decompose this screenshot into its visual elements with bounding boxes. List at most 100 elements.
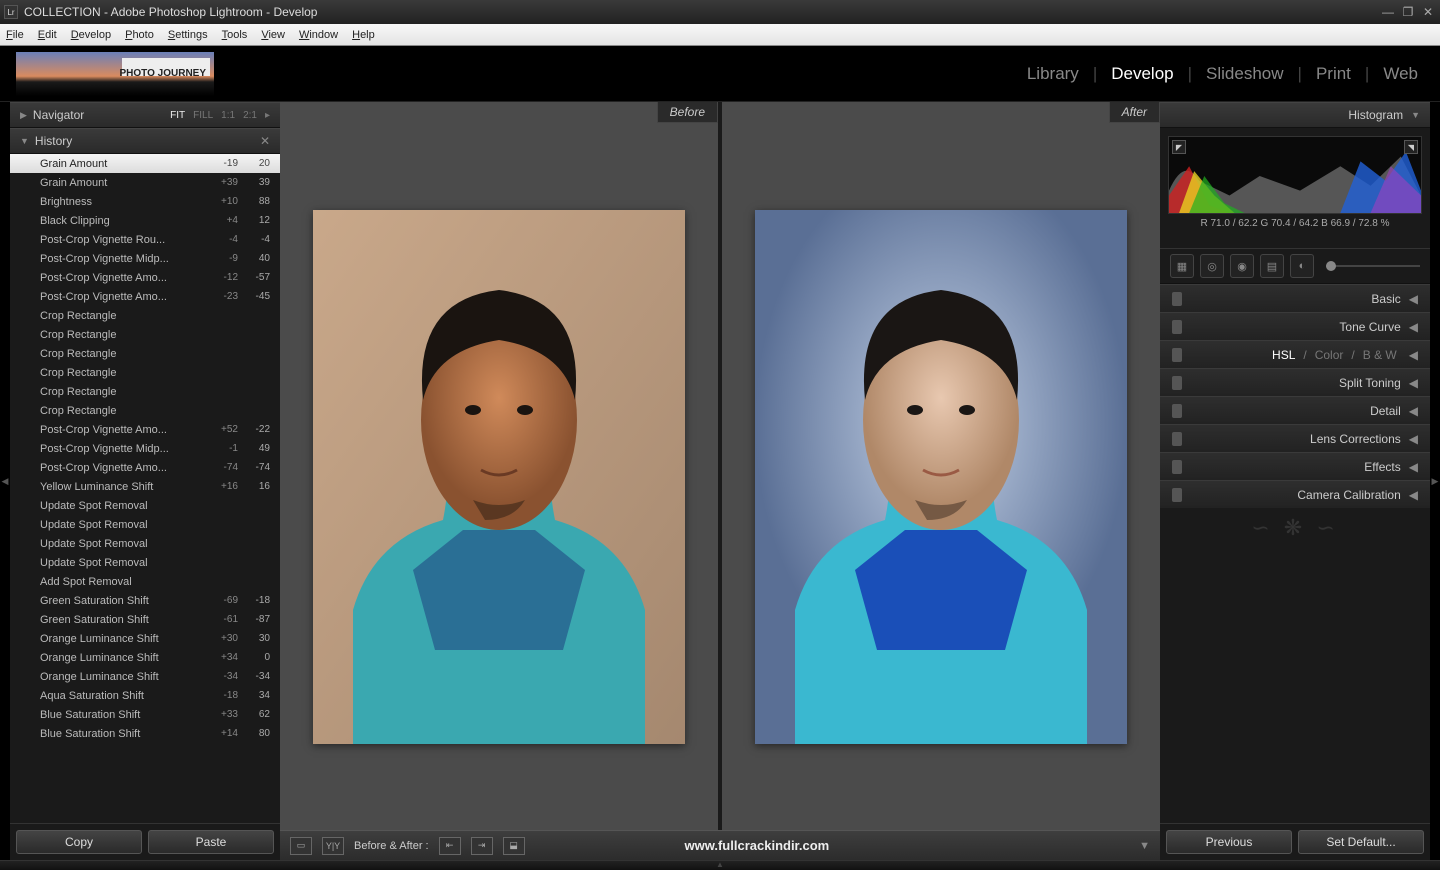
crop-tool-icon[interactable]: ▦ — [1170, 254, 1194, 278]
copy-settings-icon[interactable]: ⬓ — [503, 837, 525, 855]
shadow-clip-icon[interactable]: ◤ — [1172, 140, 1186, 154]
left-expander[interactable]: ◀ — [0, 102, 10, 860]
panel-switch-icon[interactable] — [1172, 348, 1182, 362]
adjust-brush-icon[interactable]: ◐ — [1290, 254, 1314, 278]
history-step[interactable]: Yellow Luminance Shift+1616 — [10, 477, 280, 496]
history-step[interactable]: Grain Amount+3939 — [10, 173, 280, 192]
history-step[interactable]: Crop Rectangle — [10, 401, 280, 420]
history-step[interactable]: Orange Luminance Shift-34-34 — [10, 667, 280, 686]
panel-switch-icon[interactable] — [1172, 460, 1182, 474]
history-step[interactable]: Crop Rectangle — [10, 306, 280, 325]
history-step[interactable]: Grain Amount-1920 — [10, 154, 280, 173]
redeye-tool-icon[interactable]: ◉ — [1230, 254, 1254, 278]
zoom-more-icon[interactable]: ▸ — [265, 110, 270, 121]
history-step[interactable]: Crop Rectangle — [10, 363, 280, 382]
menu-settings[interactable]: Settings — [168, 29, 208, 41]
set-default-button[interactable]: Set Default... — [1298, 830, 1424, 854]
tab-color[interactable]: Color — [1315, 348, 1344, 362]
navigator-header[interactable]: ▶ Navigator FITFILL1:12:1▸ — [10, 102, 280, 128]
history-step[interactable]: Crop Rectangle — [10, 382, 280, 401]
history-step[interactable]: Crop Rectangle — [10, 344, 280, 363]
menu-help[interactable]: Help — [352, 29, 375, 41]
history-step[interactable]: Blue Saturation Shift+3362 — [10, 705, 280, 724]
panel-tone-curve[interactable]: Tone Curve◀ — [1160, 312, 1430, 340]
history-step[interactable]: Update Spot Removal — [10, 496, 280, 515]
swap-before-icon[interactable]: ⇤ — [439, 837, 461, 855]
menu-file[interactable]: File — [6, 29, 24, 41]
module-library[interactable]: Library — [1021, 60, 1085, 88]
menu-edit[interactable]: Edit — [38, 29, 57, 41]
grad-filter-icon[interactable]: ▤ — [1260, 254, 1284, 278]
maximize-button[interactable]: ❐ — [1400, 5, 1416, 19]
history-step[interactable]: Post-Crop Vignette Amo...-12-57 — [10, 268, 280, 287]
history-step[interactable]: Add Spot Removal — [10, 572, 280, 591]
clear-history-icon[interactable]: ✕ — [260, 134, 270, 148]
panel-basic[interactable]: Basic◀ — [1160, 284, 1430, 312]
compare-view-icon[interactable]: Y|Y — [322, 837, 344, 855]
history-step[interactable]: Post-Crop Vignette Amo...-74-74 — [10, 458, 280, 477]
filmstrip-handle[interactable]: ▲ — [0, 860, 1440, 870]
panel-switch-icon[interactable] — [1172, 404, 1182, 418]
menu-photo[interactable]: Photo — [125, 29, 154, 41]
menu-tools[interactable]: Tools — [222, 29, 248, 41]
history-step[interactable]: Post-Crop Vignette Amo...-23-45 — [10, 287, 280, 306]
module-web[interactable]: Web — [1377, 60, 1424, 88]
zoom-fit[interactable]: FIT — [170, 110, 185, 121]
zoom-1-1[interactable]: 1:1 — [221, 110, 235, 121]
spot-removal-icon[interactable]: ◎ — [1200, 254, 1224, 278]
panel-hsl[interactable]: HSL/Color/B & W◀ — [1160, 340, 1430, 368]
zoom-fill[interactable]: FILL — [193, 110, 213, 121]
history-step[interactable]: Blue Saturation Shift+1480 — [10, 724, 280, 743]
history-step[interactable]: Black Clipping+412 — [10, 211, 280, 230]
history-step[interactable]: Post-Crop Vignette Amo...+52-22 — [10, 420, 280, 439]
history-step[interactable]: Update Spot Removal — [10, 515, 280, 534]
panel-split-toning[interactable]: Split Toning◀ — [1160, 368, 1430, 396]
right-expander[interactable]: ▶ — [1430, 102, 1440, 860]
copy-button[interactable]: Copy — [16, 830, 142, 854]
history-step[interactable]: Green Saturation Shift-61-87 — [10, 610, 280, 629]
histogram-graph[interactable] — [1168, 136, 1422, 214]
tool-slider[interactable] — [1326, 265, 1420, 267]
panel-camera-calibration[interactable]: Camera Calibration◀ — [1160, 480, 1430, 508]
previous-button[interactable]: Previous — [1166, 830, 1292, 854]
module-develop[interactable]: Develop — [1105, 60, 1179, 88]
panel-switch-icon[interactable] — [1172, 488, 1182, 502]
after-photo[interactable] — [722, 123, 1160, 830]
tab-hsl[interactable]: HSL — [1272, 348, 1295, 362]
toolbar-menu-icon[interactable]: ▼ — [1139, 840, 1150, 852]
panel-lens-corrections[interactable]: Lens Corrections◀ — [1160, 424, 1430, 452]
swap-after-icon[interactable]: ⇥ — [471, 837, 493, 855]
histogram-header[interactable]: Histogram ▼ — [1160, 102, 1430, 128]
panel-switch-icon[interactable] — [1172, 320, 1182, 334]
history-step[interactable]: Post-Crop Vignette Midp...-940 — [10, 249, 280, 268]
menu-view[interactable]: View — [261, 29, 285, 41]
panel-detail[interactable]: Detail◀ — [1160, 396, 1430, 424]
history-header[interactable]: ▼ History ✕ — [10, 128, 280, 154]
history-step[interactable]: Orange Luminance Shift+3030 — [10, 629, 280, 648]
history-step[interactable]: Green Saturation Shift-69-18 — [10, 591, 280, 610]
paste-button[interactable]: Paste — [148, 830, 274, 854]
history-step[interactable]: Update Spot Removal — [10, 553, 280, 572]
history-step[interactable]: Post-Crop Vignette Midp...-149 — [10, 439, 280, 458]
tab-bw[interactable]: B & W — [1363, 348, 1397, 362]
history-step[interactable]: Post-Crop Vignette Rou...-4-4 — [10, 230, 280, 249]
before-photo[interactable] — [280, 123, 718, 830]
panel-effects[interactable]: Effects◀ — [1160, 452, 1430, 480]
close-button[interactable]: ✕ — [1420, 5, 1436, 19]
history-step[interactable]: Orange Luminance Shift+340 — [10, 648, 280, 667]
history-step[interactable]: Brightness+1088 — [10, 192, 280, 211]
menu-window[interactable]: Window — [299, 29, 338, 41]
zoom-2-1[interactable]: 2:1 — [243, 110, 257, 121]
history-step[interactable]: Aqua Saturation Shift-1834 — [10, 686, 280, 705]
panel-switch-icon[interactable] — [1172, 432, 1182, 446]
history-step[interactable]: Update Spot Removal — [10, 534, 280, 553]
panel-switch-icon[interactable] — [1172, 292, 1182, 306]
highlight-clip-icon[interactable]: ◥ — [1404, 140, 1418, 154]
loupe-view-icon[interactable]: ▭ — [290, 837, 312, 855]
module-print[interactable]: Print — [1310, 60, 1357, 88]
module-slideshow[interactable]: Slideshow — [1200, 60, 1290, 88]
minimize-button[interactable]: — — [1380, 5, 1396, 19]
identity-plate[interactable]: PHOTO JOURNEY — [16, 52, 214, 96]
menu-develop[interactable]: Develop — [71, 29, 111, 41]
history-step[interactable]: Crop Rectangle — [10, 325, 280, 344]
